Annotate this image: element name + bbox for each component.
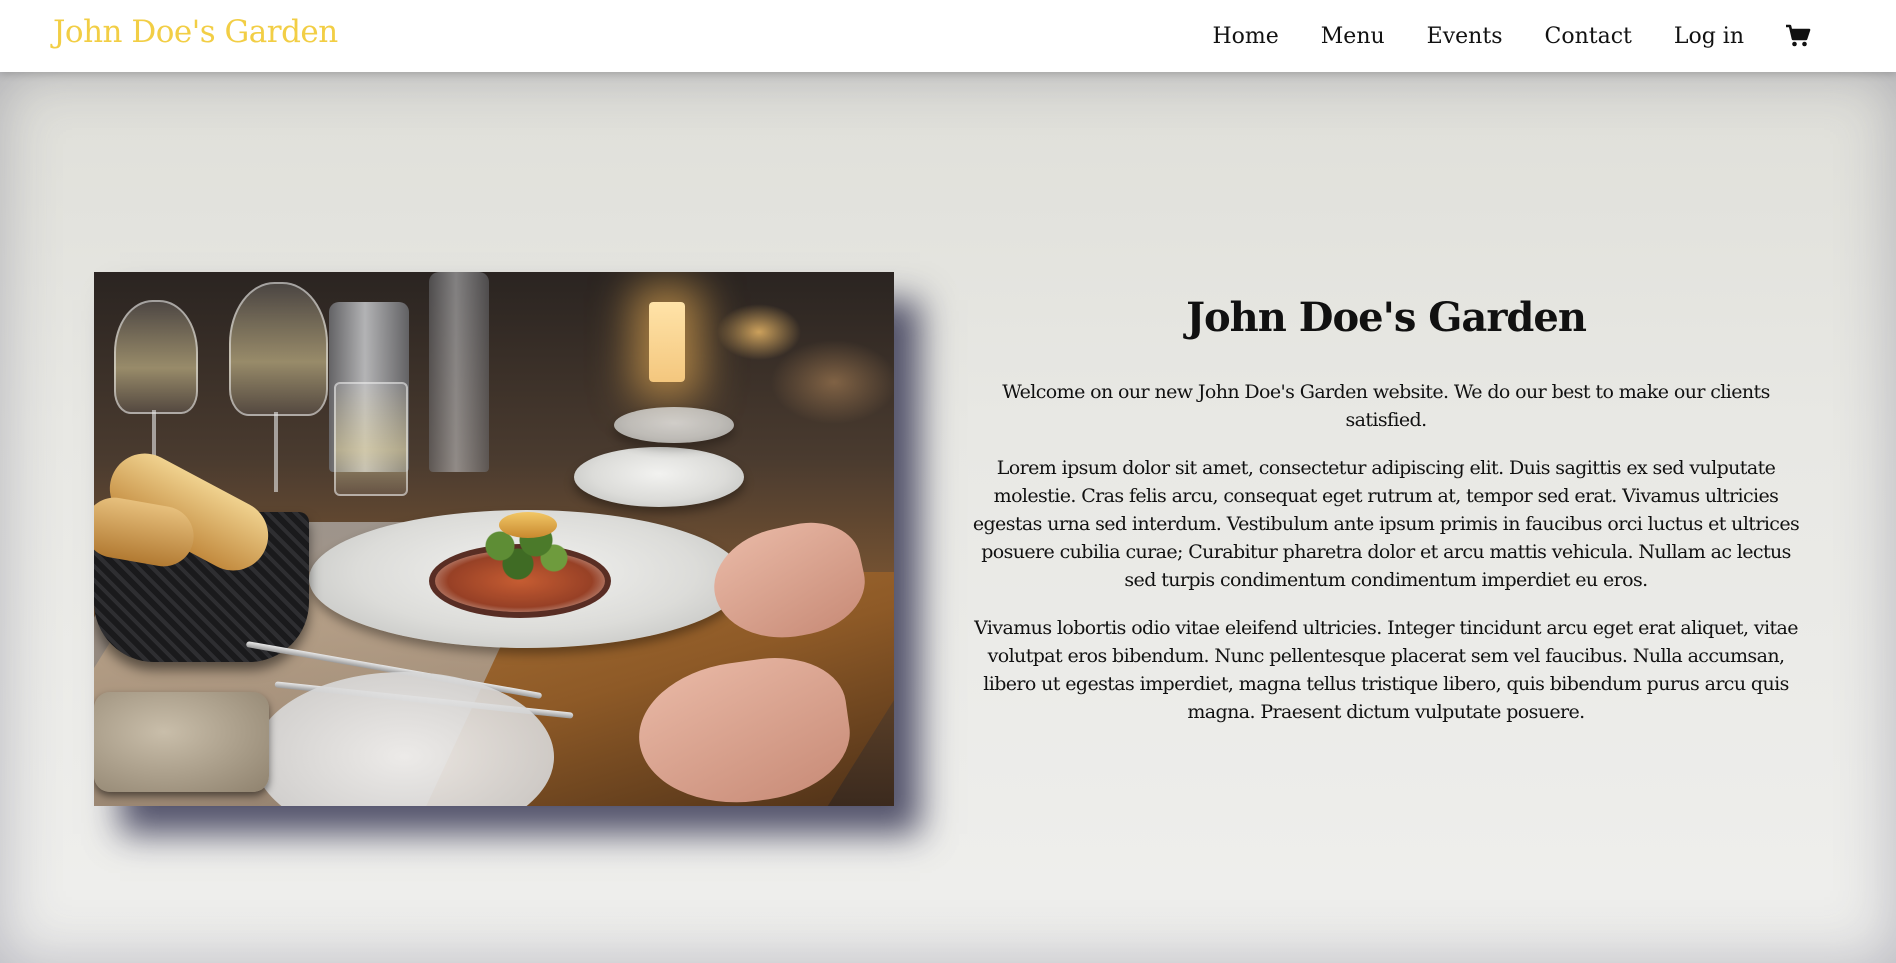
nav-link-contact[interactable]: Contact xyxy=(1544,24,1631,49)
main-nav: Home Menu Events Contact Log in xyxy=(1170,0,1812,72)
brand-logo-link[interactable]: John Doe's Garden xyxy=(53,14,338,50)
nav-link-login[interactable]: Log in xyxy=(1674,24,1744,49)
photo-bread-slice xyxy=(94,692,269,792)
photo-plate-back xyxy=(574,447,744,507)
photo-plate-far xyxy=(614,407,734,443)
hero-section: John Doe's Garden Welcome on our new Joh… xyxy=(0,72,1896,963)
hero-paragraph: Vivamus lobortis odio vitae eleifend ult… xyxy=(974,617,1798,723)
photo-wine-glass-left xyxy=(114,300,198,414)
restaurant-dinner-photo xyxy=(94,272,894,806)
photo-glass-stem xyxy=(274,412,278,492)
photo-water-glass xyxy=(334,382,408,496)
hero-content: John Doe's Garden Welcome on our new Joh… xyxy=(964,294,1808,746)
top-navbar: John Doe's Garden Home Menu Events Conta… xyxy=(0,0,1896,72)
hero-title: John Doe's Garden xyxy=(1186,294,1587,341)
photo-candle xyxy=(649,302,685,382)
photo-water-bottle xyxy=(429,272,489,472)
photo-fish xyxy=(499,512,557,538)
hero-intro-paragraph: Welcome on our new John Doe's Garden web… xyxy=(1002,381,1770,431)
nav-link-events[interactable]: Events xyxy=(1427,24,1503,49)
nav-link-home[interactable]: Home xyxy=(1212,24,1278,49)
shopping-cart-icon[interactable] xyxy=(1784,22,1812,50)
nav-link-menu[interactable]: Menu xyxy=(1321,24,1385,49)
hero-paragraph: Lorem ipsum dolor sit amet, consectetur … xyxy=(972,457,1800,591)
photo-wine-glass-center xyxy=(229,282,328,416)
